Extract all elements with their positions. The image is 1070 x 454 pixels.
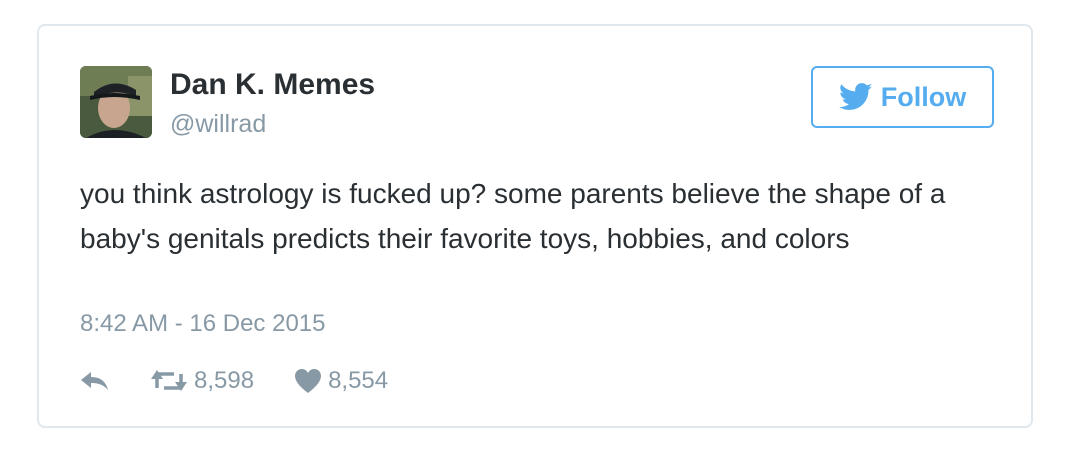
retweet-icon [151,370,187,391]
retweet-count: 8,598 [194,367,255,394]
heart-icon [295,369,322,393]
follow-button[interactable]: Follow [811,66,994,128]
reply-button[interactable] [80,370,110,392]
avatar-image [80,66,152,138]
user-handle[interactable]: @willrad [170,110,266,139]
reply-icon [81,372,108,390]
tweet-card: Dan K. Memes @willrad Follow you think a… [37,24,1033,428]
twitter-bird-icon [838,83,872,110]
tweet-text: you think astrology is fucked up? some p… [80,178,946,254]
like-count: 8,554 [328,367,389,394]
follow-label: Follow [880,81,967,112]
retweet-button[interactable]: 8,598 [150,367,254,395]
like-button[interactable]: 8,554 [294,367,388,395]
avatar[interactable] [80,66,152,138]
display-name[interactable]: Dan K. Memes [170,68,375,102]
tweet-actions: 8,598 8,554 [80,364,388,398]
tweet-timestamp[interactable]: 8:42 AM - 16 Dec 2015 [80,310,325,338]
